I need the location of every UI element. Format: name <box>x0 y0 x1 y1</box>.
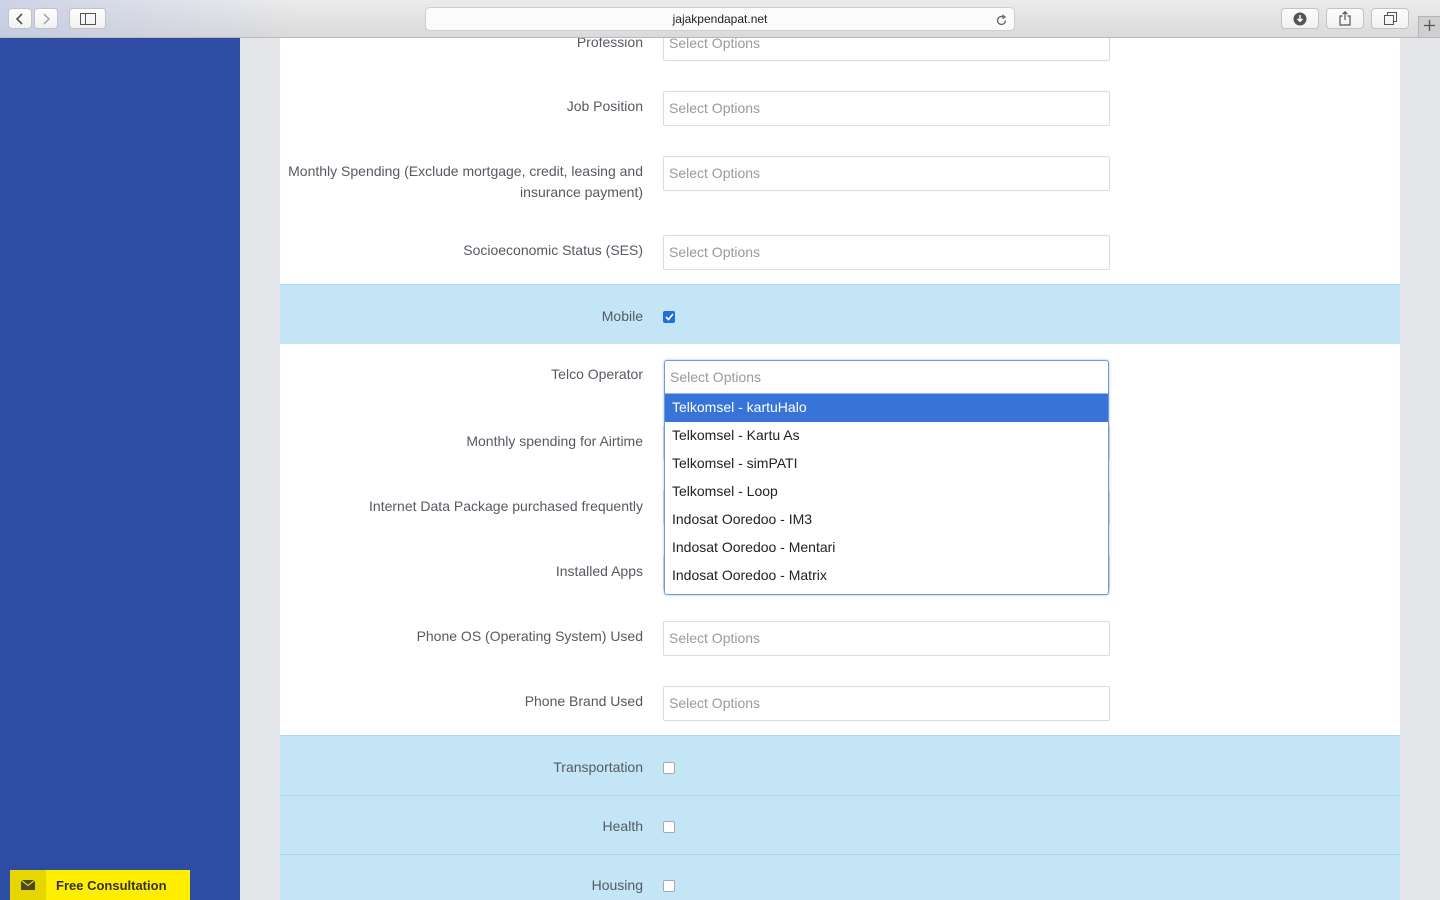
free-consultation-label: Free Consultation <box>56 877 167 893</box>
new-tab-button[interactable] <box>1418 16 1440 37</box>
ses-placeholder: Select Options <box>669 244 761 260</box>
mobile-label: Mobile <box>601 308 643 324</box>
ses-select[interactable]: Select Options <box>663 235 1110 270</box>
monthly-spending-label: Monthly Spending (Exclude mortgage, cred… <box>288 163 643 200</box>
mobile-row: Mobile <box>280 284 1400 344</box>
form-panel: Profession Select Options Job Position S… <box>280 38 1400 900</box>
checkmark-icon <box>664 313 674 321</box>
airtime-label: Monthly spending for Airtime <box>466 433 643 449</box>
back-button[interactable] <box>8 8 32 29</box>
telco-operator-label: Telco Operator <box>551 366 643 382</box>
share-button[interactable] <box>1326 8 1364 29</box>
phone-brand-placeholder: Select Options <box>669 695 761 711</box>
health-row: Health <box>280 795 1400 854</box>
health-label: Health <box>602 818 643 834</box>
telco-option[interactable]: Telkomsel - Loop <box>665 478 1108 506</box>
housing-checkbox[interactable] <box>663 880 675 892</box>
telco-option[interactable]: Indosat Ooredoo - Matrix <box>665 562 1108 590</box>
monthly-spending-placeholder: Select Options <box>669 165 761 181</box>
housing-label: Housing <box>591 877 643 893</box>
url-text: jajakpendapat.net <box>672 12 768 26</box>
housing-row: Housing <box>280 854 1400 900</box>
telco-option[interactable]: Telkomsel - kartuHalo <box>665 394 1108 422</box>
downloads-button[interactable] <box>1281 8 1319 29</box>
job-position-placeholder: Select Options <box>669 100 761 116</box>
tabs-overview-button[interactable] <box>1371 8 1409 29</box>
job-position-label: Job Position <box>566 98 643 114</box>
phone-brand-select[interactable]: Select Options <box>663 686 1110 721</box>
share-icon <box>1339 11 1351 26</box>
browser-toolbar: jajakpendapat.net <box>0 0 1440 38</box>
ses-label: Socioeconomic Status (SES) <box>463 242 643 258</box>
address-bar[interactable]: jajakpendapat.net <box>425 7 1015 31</box>
telco-operator-search[interactable]: Select Options <box>665 361 1108 394</box>
profession-placeholder: Select Options <box>669 38 761 51</box>
chevron-right-icon <box>41 12 51 25</box>
reload-icon[interactable] <box>995 12 1008 34</box>
phone-os-select[interactable]: Select Options <box>663 621 1110 656</box>
transportation-row: Transportation <box>280 735 1400 795</box>
telco-operator-dropdown[interactable]: Select Options Telkomsel - kartuHalo Tel… <box>664 360 1109 595</box>
envelope-icon <box>10 870 46 900</box>
chevron-left-icon <box>15 12 25 25</box>
telco-option[interactable]: Telkomsel - simPATI <box>665 450 1108 478</box>
profession-select[interactable]: Select Options <box>663 38 1110 61</box>
telco-operator-placeholder: Select Options <box>670 369 762 385</box>
transportation-checkbox[interactable] <box>663 762 675 774</box>
data-package-label: Internet Data Package purchased frequent… <box>369 498 643 514</box>
phone-os-label: Phone OS (Operating System) Used <box>416 628 643 644</box>
free-consultation-button[interactable]: Free Consultation <box>10 870 190 900</box>
sidebar-toggle-button[interactable] <box>69 8 106 29</box>
sidebar-icon <box>79 12 96 25</box>
plus-icon <box>1424 18 1435 36</box>
phone-brand-label: Phone Brand Used <box>524 693 643 709</box>
mobile-checkbox[interactable] <box>663 311 675 323</box>
telco-option[interactable]: Indosat Ooredoo - IM3 <box>665 506 1108 534</box>
download-icon <box>1293 12 1307 26</box>
profession-label: Profession <box>576 38 643 50</box>
forward-button[interactable] <box>34 8 58 29</box>
telco-option[interactable]: Telkomsel - Kartu As <box>665 422 1108 450</box>
telco-options-list: Telkomsel - kartuHalo Telkomsel - Kartu … <box>665 394 1108 590</box>
left-sidebar <box>0 38 240 900</box>
tabs-icon <box>1383 12 1397 25</box>
transportation-label: Transportation <box>553 759 643 775</box>
phone-os-placeholder: Select Options <box>669 630 761 646</box>
installed-apps-label: Installed Apps <box>555 563 643 579</box>
telco-option[interactable]: Indosat Ooredoo - Mentari <box>665 534 1108 562</box>
health-checkbox[interactable] <box>663 821 675 833</box>
monthly-spending-select[interactable]: Select Options <box>663 156 1110 191</box>
job-position-select[interactable]: Select Options <box>663 91 1110 126</box>
